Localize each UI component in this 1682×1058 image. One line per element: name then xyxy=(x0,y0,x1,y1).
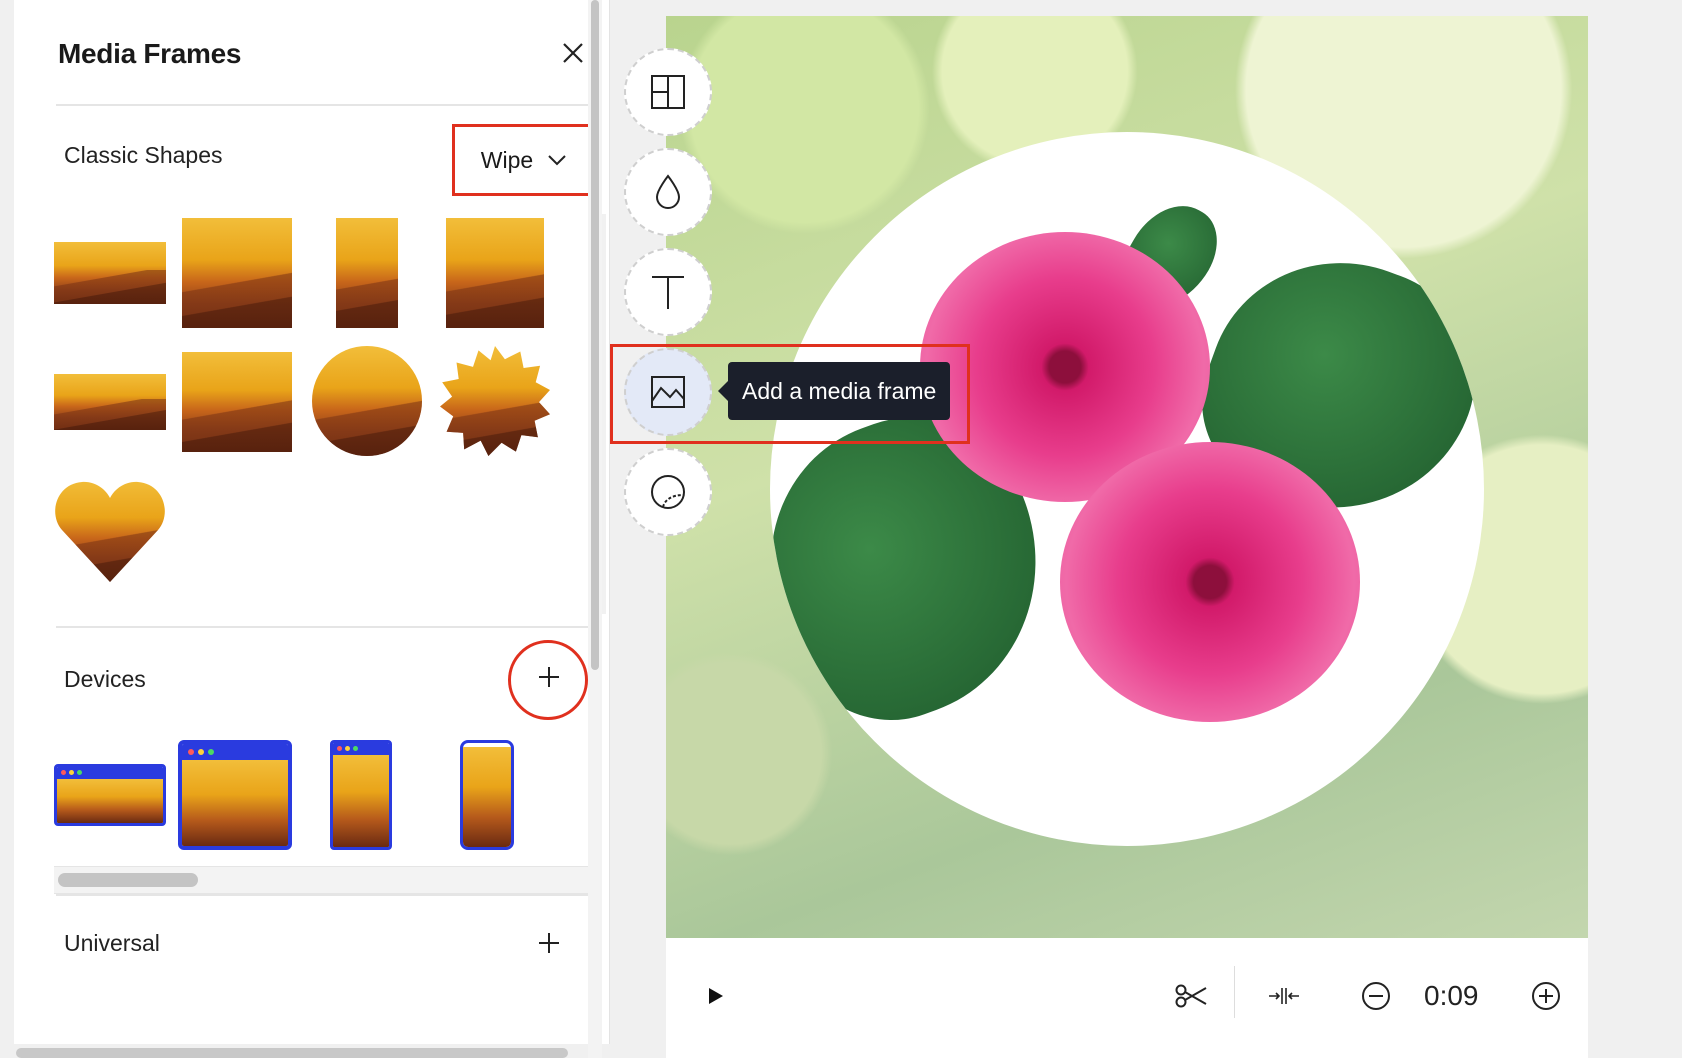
devices-horizontal-scrollbar[interactable] xyxy=(54,866,592,894)
timecode: 0:09 xyxy=(1424,980,1479,1011)
close-icon xyxy=(563,43,583,63)
close-button[interactable] xyxy=(558,38,588,68)
divider xyxy=(56,104,592,106)
video-canvas[interactable] xyxy=(666,16,1588,938)
fit-button[interactable] xyxy=(1262,976,1306,1016)
panel-title: Media Frames xyxy=(58,38,242,69)
classic-shapes-label: Classic Shapes xyxy=(64,142,223,168)
device-browser[interactable] xyxy=(178,740,292,850)
bottom-scrollbar[interactable] xyxy=(16,1048,568,1058)
animation-select-value: Wipe xyxy=(480,146,534,173)
layout-icon xyxy=(651,75,685,109)
scissors-icon xyxy=(1175,984,1207,1008)
drop-icon xyxy=(655,174,681,209)
animation-select[interactable]: Wipe xyxy=(452,124,596,196)
text-icon xyxy=(652,276,684,309)
device-browser-tall[interactable] xyxy=(330,740,392,850)
hibiscus-flower xyxy=(1060,442,1360,722)
shape-square-wide[interactable] xyxy=(182,218,292,328)
device-browser-wide[interactable] xyxy=(54,764,166,826)
panel-scrollbar[interactable] xyxy=(588,0,602,1058)
divider xyxy=(56,626,592,628)
shape-circle[interactable] xyxy=(312,346,422,456)
sticker-tool[interactable] xyxy=(624,448,712,536)
shape-square[interactable] xyxy=(446,218,544,328)
media-frames-panel: Media Frames Classic Shapes Wipe Devices xyxy=(14,0,610,1044)
play-button[interactable] xyxy=(696,976,736,1016)
zoom-out-button[interactable] xyxy=(1356,976,1396,1016)
shape-rectangle[interactable] xyxy=(182,352,292,452)
divider xyxy=(56,894,592,896)
shape-starburst[interactable] xyxy=(440,346,550,456)
universal-label: Universal xyxy=(64,930,160,956)
play-icon xyxy=(709,988,723,1004)
shape-heart[interactable] xyxy=(54,478,166,582)
media-frame-circle[interactable] xyxy=(770,132,1484,846)
color-tool[interactable] xyxy=(624,148,712,236)
tooltip: Add a media frame xyxy=(717,362,951,420)
split-button[interactable] xyxy=(1168,976,1214,1016)
shape-landscape[interactable] xyxy=(54,242,166,304)
plus-icon xyxy=(539,933,559,953)
minus-circle-icon xyxy=(1362,982,1390,1010)
text-tool[interactable] xyxy=(624,248,712,336)
layout-tool[interactable] xyxy=(624,48,712,136)
sticker-icon xyxy=(651,475,685,509)
devices-label: Devices xyxy=(64,666,146,692)
chevron-down-icon xyxy=(548,155,566,166)
plus-circle-icon xyxy=(1532,982,1560,1010)
collapse-icon xyxy=(1269,988,1299,1004)
separator xyxy=(1234,966,1235,1018)
playback-controls: 0:09 xyxy=(666,938,1588,1058)
device-phone[interactable] xyxy=(460,740,514,850)
zoom-in-button[interactable] xyxy=(1526,976,1566,1016)
devices-add-highlight xyxy=(508,640,588,720)
universal-add-button[interactable] xyxy=(532,926,566,960)
shape-banner[interactable] xyxy=(54,374,166,430)
shape-portrait[interactable] xyxy=(336,218,398,328)
